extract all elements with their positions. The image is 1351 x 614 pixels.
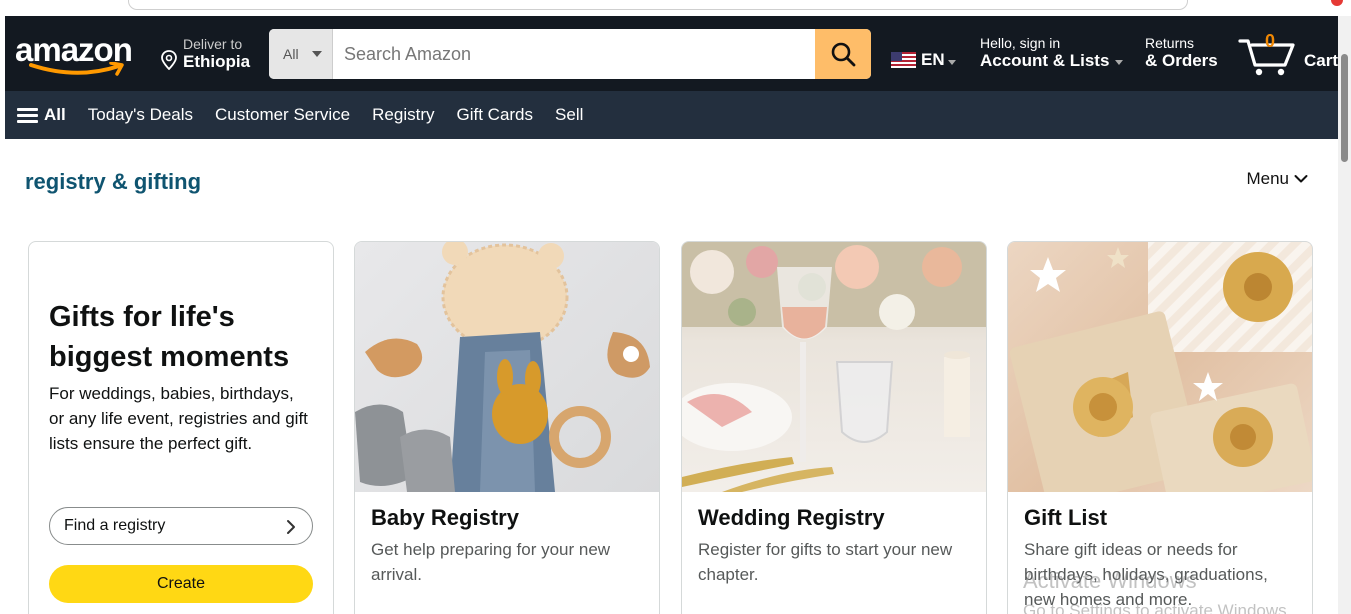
chevron-right-icon <box>287 520 295 534</box>
gift-list-image <box>1008 242 1312 492</box>
returns-and-orders[interactable]: Returns & Orders <box>1145 35 1218 71</box>
chevron-down-icon <box>1294 175 1308 183</box>
menu-label: Menu <box>1246 169 1289 188</box>
deliver-country: Ethiopia <box>183 52 251 71</box>
cart-label: Cart <box>1304 51 1338 70</box>
wedding-registry-image <box>682 242 986 492</box>
create-registry-button[interactable]: Create <box>49 565 313 603</box>
hamburger-icon <box>17 107 38 123</box>
nav-link-customer-service[interactable]: Customer Service <box>215 105 350 125</box>
cart-count: 0 <box>1265 31 1276 51</box>
search-department-select[interactable]: All <box>269 29 333 79</box>
address-bar[interactable] <box>128 0 1188 10</box>
caret-down-icon <box>947 59 956 65</box>
search-bar: All <box>269 29 871 79</box>
nav-link-todays-deals[interactable]: Today's Deals <box>88 105 193 125</box>
location-pin-icon <box>161 50 177 70</box>
wedding-registry-card[interactable]: Wedding Registry Register for gifts to s… <box>681 241 987 614</box>
baby-registry-title: Baby Registry <box>371 505 519 530</box>
account-lists-text: Account & Lists <box>980 51 1110 70</box>
browser-extension-icon[interactable] <box>1331 0 1343 6</box>
account-lists-label: Account & Lists <box>980 51 1124 71</box>
intro-card: Gifts for life's biggest moments For wed… <box>28 241 334 614</box>
us-flag-icon <box>891 52 916 68</box>
cart-button[interactable]: 0 Cart <box>1238 29 1338 79</box>
scrollbar-thumb[interactable] <box>1341 54 1348 162</box>
account-and-lists[interactable]: Hello, sign in Account & Lists <box>980 35 1124 71</box>
registry-gifting-title[interactable]: registry & gifting <box>25 169 201 195</box>
intro-text: For weddings, babies, birthdays, or any … <box>49 384 308 453</box>
smile-arrow-icon <box>29 62 124 76</box>
intro-heading: Gifts for life's biggest moments <box>49 301 290 373</box>
returns-label: Returns <box>1145 35 1195 51</box>
caret-down-icon <box>1115 60 1124 65</box>
find-registry-button[interactable]: Find a registry <box>49 507 313 545</box>
menu-dropdown[interactable]: Menu <box>1246 169 1308 189</box>
deliver-label: Deliver to <box>183 36 243 52</box>
all-menu-button[interactable]: All <box>17 105 66 125</box>
gift-list-text: Share gift ideas or needs for birthdays,… <box>1024 540 1268 609</box>
all-menu-label: All <box>44 105 66 124</box>
baby-registry-image <box>355 242 659 492</box>
gift-list-card[interactable]: Gift List Share gift ideas or needs for … <box>1007 241 1313 614</box>
top-navbar: amazon Deliver to Ethiopia All Search Am… <box>5 16 1338 91</box>
nav-link-registry[interactable]: Registry <box>372 105 434 125</box>
secondary-navbar: All Today's Deals Customer Service Regis… <box>5 91 1338 139</box>
baby-registry-text: Get help preparing for your new arrival. <box>371 540 611 584</box>
wedding-registry-text: Register for gifts to start your new cha… <box>698 540 953 584</box>
wedding-registry-title: Wedding Registry <box>698 505 885 530</box>
nav-link-gift-cards[interactable]: Gift Cards <box>457 105 534 125</box>
baby-registry-card[interactable]: Baby Registry Get help preparing for you… <box>354 241 660 614</box>
gift-list-title: Gift List <box>1024 505 1108 530</box>
caret-down-icon <box>312 51 322 57</box>
orders-label: & Orders <box>1145 51 1218 70</box>
amazon-page: amazon Deliver to Ethiopia All Search Am… <box>5 16 1338 614</box>
greeting-text: Hello, sign in <box>980 35 1061 51</box>
search-button[interactable] <box>815 29 871 79</box>
find-registry-label: Find a registry <box>64 517 166 534</box>
search-icon <box>831 42 856 67</box>
search-department-label: All <box>283 46 299 62</box>
language-selector[interactable]: EN <box>891 49 956 71</box>
browser-chrome-strip <box>0 0 1351 16</box>
nav-link-sell[interactable]: Sell <box>555 105 583 125</box>
page-scrollbar[interactable] <box>1338 16 1351 614</box>
search-input[interactable] <box>333 29 815 79</box>
language-code: EN <box>921 50 945 69</box>
amazon-logo[interactable]: amazon <box>15 32 140 78</box>
